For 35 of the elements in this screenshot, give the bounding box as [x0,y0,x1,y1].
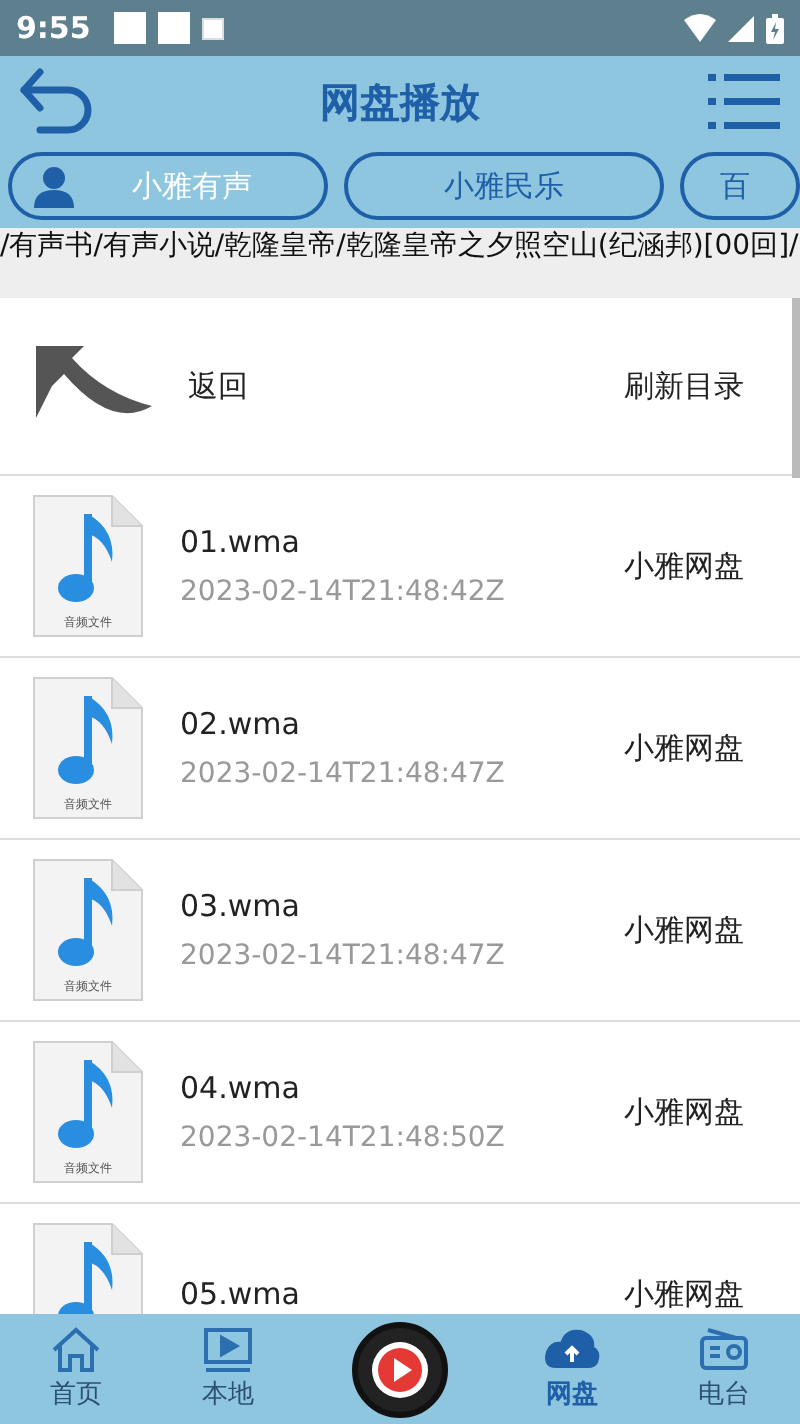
file-source: 小雅网盘 [624,729,744,767]
file-source: 小雅网盘 [624,547,744,585]
notification-icon [202,17,225,39]
back-icon[interactable] [16,66,96,138]
wifi-icon [684,14,716,42]
file-date: 2023-02-14T21:48:47Z [180,758,507,790]
file-name: 04.wma [180,1070,302,1106]
player-disc-button[interactable] [352,1321,448,1417]
nav-tab[interactable]: 首页 [48,1326,104,1412]
file-source: 小雅网盘 [624,911,744,949]
screen-title: 网盘播放 [320,75,480,129]
file-date: 2023-02-14T21:48:50Z [180,1122,507,1154]
nav-tab[interactable]: 本地 [200,1326,256,1412]
category-tab[interactable]: 百 [680,152,800,220]
file-source: 小雅网盘 [624,1093,744,1131]
category-tab[interactable]: 小雅民乐 [344,152,664,220]
refresh-link[interactable]: 刷新目录 [624,367,744,405]
file-date: 2023-02-14T21:48:42Z [180,576,507,608]
nav-tab[interactable]: 网盘 [544,1326,600,1412]
folder-path: /有声书/有声小说/乾隆皇帝/乾隆皇帝之夕照空山(纪涵邦)[00回]/ [0,228,800,298]
back-link[interactable]: 返回 [188,367,588,405]
file-date: 2023-02-14T21:48:47Z [180,940,507,972]
file-name: 01.wma [180,524,302,560]
file-source: 小雅网盘 [624,1275,744,1313]
play-icon [370,1339,430,1399]
file-name: 05.wma [180,1276,302,1312]
notification-icon [114,12,147,44]
file-name: 02.wma [180,706,302,742]
status-time: 9:55 [16,10,91,46]
nav-tab[interactable]: 电台 [696,1326,752,1412]
file-name: 03.wma [180,888,302,924]
battery-icon [766,13,784,43]
notification-icon [158,12,191,44]
person-icon [32,164,76,208]
signal-icon [728,15,754,41]
